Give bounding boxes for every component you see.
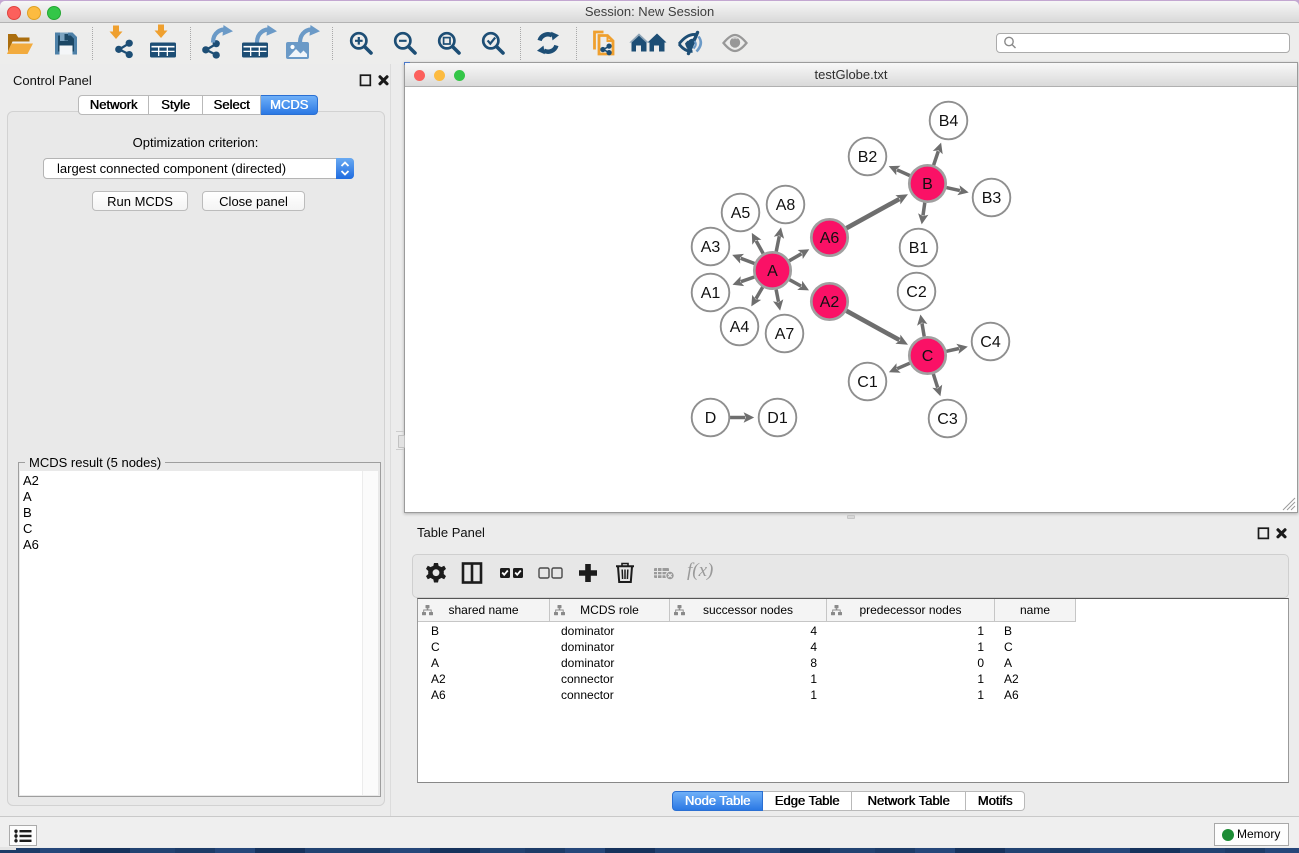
svg-text:A: A	[767, 263, 778, 280]
svg-text:B2: B2	[858, 149, 878, 166]
svg-text:C3: C3	[937, 411, 958, 428]
svg-text:A6: A6	[820, 230, 840, 247]
svg-text:A4: A4	[730, 319, 750, 336]
svg-text:B1: B1	[909, 240, 929, 257]
svg-text:A7: A7	[775, 326, 795, 343]
svg-text:A2: A2	[820, 294, 840, 311]
svg-text:C2: C2	[906, 284, 927, 301]
svg-text:C1: C1	[857, 374, 878, 391]
svg-text:A3: A3	[701, 239, 721, 256]
svg-text:A5: A5	[731, 205, 751, 222]
svg-text:D1: D1	[767, 410, 788, 427]
svg-text:A8: A8	[776, 197, 796, 214]
svg-text:B: B	[922, 176, 933, 193]
svg-text:A1: A1	[701, 285, 721, 302]
svg-text:C4: C4	[980, 334, 1001, 351]
svg-text:B4: B4	[939, 113, 959, 130]
svg-text:C: C	[922, 348, 934, 365]
svg-text:D: D	[705, 410, 717, 427]
svg-text:B3: B3	[982, 190, 1002, 207]
